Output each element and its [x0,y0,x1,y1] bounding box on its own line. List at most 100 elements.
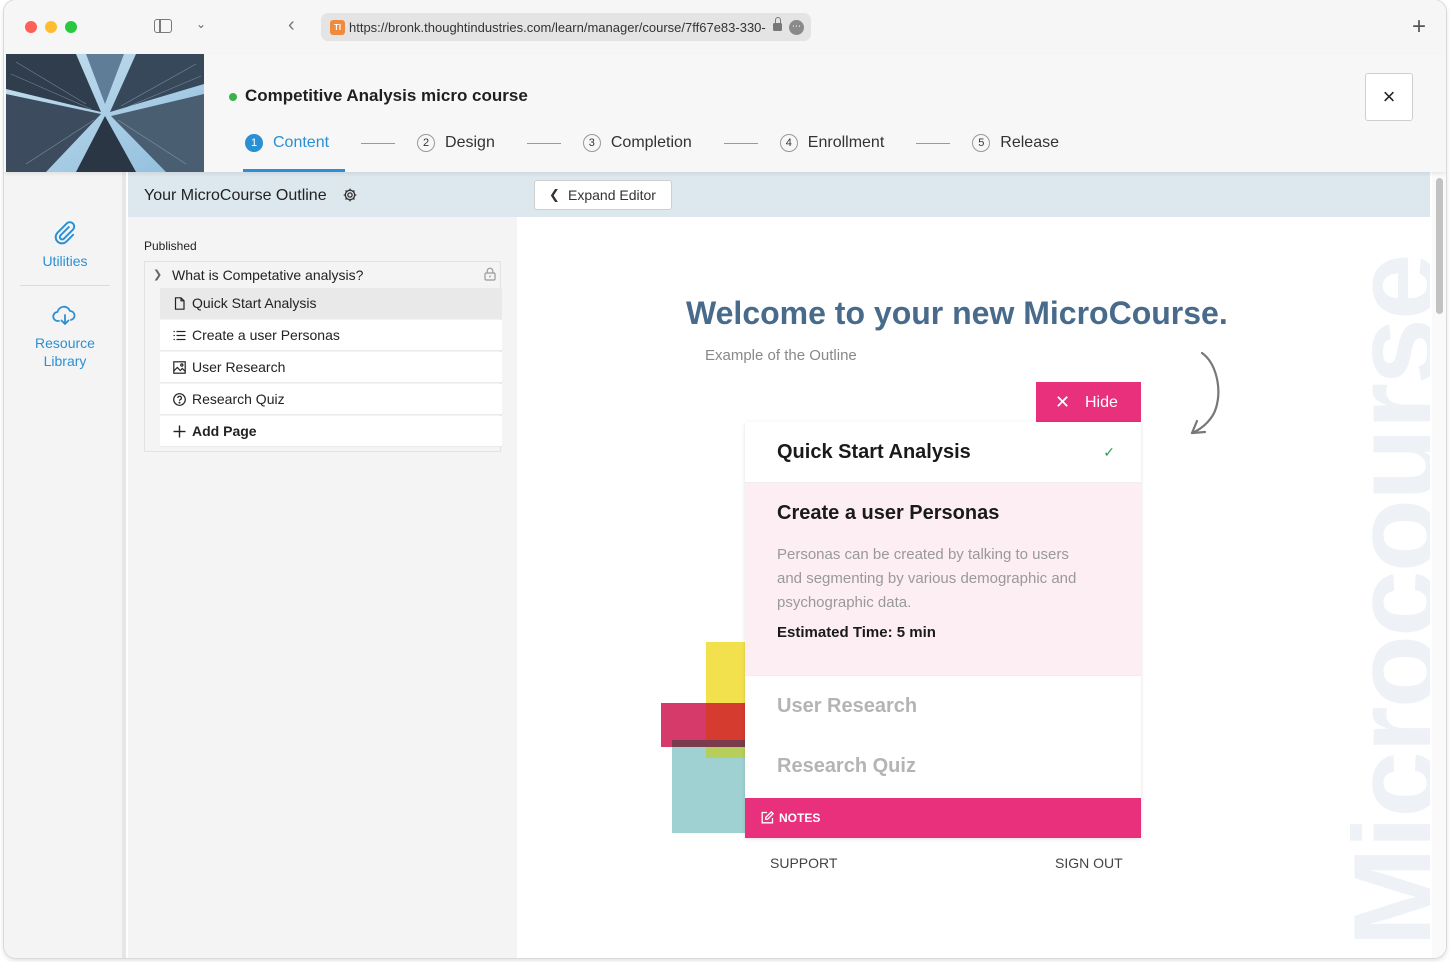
close-icon: ✕ [1055,392,1071,412]
decor-dark-strip [672,740,746,747]
step-label: Design [445,134,495,151]
unlock-icon[interactable] [484,267,496,281]
course-thumbnail [6,54,204,172]
page-label: Quick Start Analysis [192,295,317,311]
step-number: 1 [245,134,263,152]
course-preview: Microcourse Welcome to your new MicroCou… [517,217,1430,958]
image-icon [173,361,186,374]
section-title: What is Competative analysis? [172,267,364,283]
outline-preview-card: Quick Start Analysis ✓ Create a user Per… [745,422,1141,838]
step-number: 5 [972,134,991,152]
more-options-icon[interactable]: ⋯ [789,20,804,35]
page-label: Create a user Personas [192,327,340,343]
step-divider [526,143,561,144]
step-design-tab[interactable]: 2 Design [417,134,495,152]
edit-note-icon [761,811,774,824]
utilities-button[interactable]: Utilities [4,220,126,270]
utility-rail: Utilities Resource Library [4,172,126,958]
paperclip-icon [54,221,76,245]
step-label: Enrollment [807,134,885,151]
step-number: 4 [779,134,798,152]
page-scrollbar[interactable] [1432,172,1446,958]
course-title: Competitive Analysis micro course [245,86,528,105]
card-item-personas[interactable]: Create a user Personas Personas can be c… [745,483,1141,676]
page-label: Research Quiz [192,391,285,407]
hide-label: Hide [1085,394,1118,411]
back-arrow-icon[interactable]: ‹ [288,14,295,37]
published-label: Published [144,239,197,253]
cloud-download-icon [52,305,76,325]
support-link[interactable]: SUPPORT [770,855,837,871]
add-page-label: Add Page [192,423,257,439]
checkmark-icon: ✓ [1103,444,1115,460]
outline-page-user-research[interactable]: User Research [160,352,502,383]
close-icon: × [1382,84,1396,109]
step-number: 3 [582,134,601,152]
notes-button[interactable]: NOTES [745,798,1141,838]
chevron-down-icon[interactable]: ❯ [153,262,162,288]
outline-panel: Your MicroCourse Outline ❮ Expand Editor… [128,172,1430,958]
course-header: Competitive Analysis micro course 1 Cont… [4,54,1446,172]
step-label: Completion [610,134,692,151]
card-item-research-quiz[interactable]: Research Quiz [745,736,1141,796]
resource-library-button[interactable]: Resource Library [4,304,126,370]
notes-label: NOTES [779,811,821,825]
close-window-button[interactable] [25,21,37,33]
url-text[interactable]: https://bronk.thoughtindustries.com/lear… [349,20,766,35]
zoom-window-button[interactable] [65,21,77,33]
card-item-description: Personas can be created by talking to us… [777,546,1077,611]
lock-icon [773,17,782,31]
expand-editor-button[interactable]: ❮ Expand Editor [534,180,672,210]
card-item-title: Quick Start Analysis [777,441,971,463]
course-steps-nav: 1 Content 2 Design 3 Completion 4 Enroll… [242,134,1059,172]
quiz-icon [173,393,186,406]
step-divider [723,143,758,144]
step-divider [916,143,951,144]
step-release-tab[interactable]: 5 Release [972,134,1059,152]
scrollbar-thumb[interactable] [1436,178,1443,314]
outline-title: Your MicroCourse Outline [144,187,327,204]
step-label: Release [1000,134,1059,151]
gear-icon[interactable] [342,187,358,203]
step-enrollment-tab[interactable]: 4 Enrollment [779,134,885,152]
sidebar-toggle-icon[interactable] [154,19,172,33]
hide-outline-button[interactable]: ✕ Hide [1036,382,1141,423]
card-item-estimated-time: Estimated Time: 5 min [777,624,936,641]
list-icon [173,330,186,341]
page-label: User Research [192,359,286,375]
close-course-editor-button[interactable]: × [1365,73,1413,121]
sign-out-link[interactable]: SIGN OUT [1055,855,1123,871]
plus-icon [173,425,186,438]
example-caption: Example of the Outline [705,347,857,364]
chevron-down-icon[interactable]: ⌄ [196,17,206,31]
microcourse-watermark: Microcourse [1329,255,1430,947]
card-item-title: User Research [777,695,918,717]
utilities-label: Utilities [42,253,88,269]
welcome-heading: Welcome to your new MicroCourse. [686,295,1228,331]
outline-page-personas[interactable]: Create a user Personas [160,320,502,351]
section-row[interactable]: ❯ What is Competative analysis? [145,262,500,288]
address-bar[interactable]: TI https://bronk.thoughtindustries.com/l… [321,13,811,41]
outline-header: Your MicroCourse Outline ❮ Expand Editor [128,172,1430,217]
minimize-window-button[interactable] [45,21,57,33]
step-number: 2 [417,134,436,152]
step-label: Content [273,134,330,151]
card-item-title: Create a user Personas [777,502,1000,524]
chevron-left-icon: ❮ [549,187,560,202]
step-divider [361,143,396,144]
step-content-tab[interactable]: 1 Content [242,134,346,172]
outline-page-quick-start[interactable]: Quick Start Analysis [160,288,502,319]
card-item-quick-start[interactable]: Quick Start Analysis ✓ [745,422,1141,483]
outline-tree: ❯ What is Competative analysis? Quick St… [144,261,502,452]
card-item-title: Research Quiz [777,755,916,777]
resource-library-label: Resource Library [35,335,95,369]
outline-page-research-quiz[interactable]: Research Quiz [160,384,502,415]
add-page-button[interactable]: Add Page [160,416,502,447]
rail-divider [20,285,110,286]
card-item-user-research[interactable]: User Research [745,676,1141,736]
new-tab-button[interactable]: + [1412,13,1426,41]
curved-arrow-icon [1190,351,1220,435]
decor-olive-strip [706,747,746,758]
expand-editor-label: Expand Editor [568,187,656,203]
step-completion-tab[interactable]: 3 Completion [582,134,692,152]
